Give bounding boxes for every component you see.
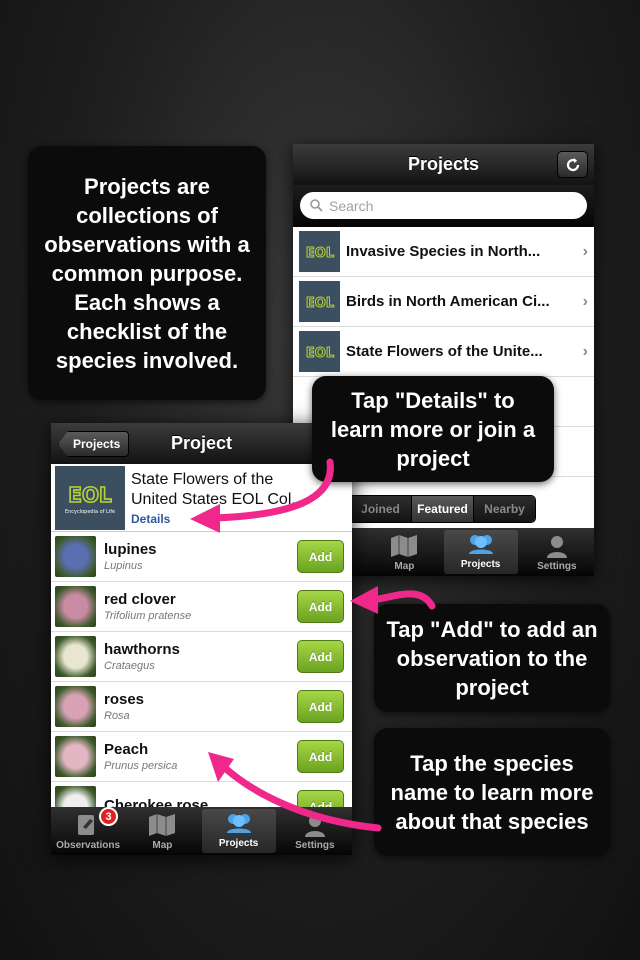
chevron-right-icon: › (582, 292, 588, 310)
callout-projects-info: Projects are collections of observations… (28, 146, 266, 400)
tab-projects[interactable]: Projects (201, 809, 276, 853)
search-bar: Search (293, 185, 594, 227)
chevron-right-icon: › (582, 242, 588, 260)
species-scientific-name: Crataegus (104, 660, 155, 672)
tab-label: Projects (218, 838, 259, 849)
eol-logo-icon: EOL Encyclopedia of Life (65, 482, 115, 515)
refresh-icon (566, 157, 579, 171)
back-button[interactable]: Projects (58, 431, 130, 457)
details-link[interactable]: Details (131, 512, 305, 526)
callout-details-info: Tap "Details" to learn more or join a pr… (312, 376, 554, 482)
species-scientific-name: Trifolium pratense (104, 610, 192, 622)
segment-featured[interactable]: Featured (411, 496, 473, 522)
tab-label: Map (152, 840, 173, 851)
svg-text:EOL: EOL (68, 483, 112, 507)
project-name: Birds in North American Ci... (346, 293, 550, 310)
project-navbar: Projects Project (51, 423, 352, 464)
project-row[interactable]: EOL State Flowers of the Unite... › (293, 327, 594, 377)
species-scientific-name: Rosa (104, 710, 130, 722)
svg-text:EOL: EOL (305, 346, 333, 361)
tab-label: Settings (295, 840, 335, 851)
notification-badge: 3 (99, 807, 118, 826)
tab-label: Projects (460, 559, 501, 570)
refresh-button[interactable] (557, 151, 588, 178)
callout-species-info: Tap the species name to learn more about… (374, 728, 610, 856)
chevron-right-icon: › (582, 342, 588, 360)
project-row[interactable]: EOL Birds in North American Ci... › (293, 277, 594, 327)
add-observation-button[interactable]: Add (297, 590, 344, 623)
nav-title: Project (170, 433, 233, 453)
notebook-icon (75, 813, 101, 840)
project-name: Invasive Species in North... (346, 243, 541, 260)
project-screen: Projects Project EOL Encyclopedia of Lif… (51, 423, 352, 855)
projects-icon (224, 811, 254, 838)
eol-logo: EOL Encyclopedia of Life (55, 465, 125, 530)
project-filter-segment: Joined Featured Nearby (348, 495, 536, 523)
segment-joined[interactable]: Joined (349, 496, 411, 522)
project-row[interactable]: EOL Invasive Species in North... › (293, 227, 594, 277)
tab-settings[interactable]: Settings (278, 807, 352, 855)
tab-map[interactable]: Map (367, 528, 441, 576)
species-photo (55, 536, 96, 577)
search-input[interactable]: Search (300, 192, 587, 219)
front-tab-bar: Observations 3 Map Projects Settings (51, 807, 352, 855)
callout-add-info: Tap "Add" to add an observation to the p… (374, 604, 610, 712)
species-common-name[interactable]: Peach (104, 741, 297, 758)
tab-label: Observations (56, 840, 121, 851)
project-title: State Flowers of the United States EOL Co… (131, 470, 305, 508)
map-icon (147, 813, 177, 840)
add-observation-button[interactable]: Add (297, 740, 344, 773)
nav-title: Projects (407, 154, 480, 174)
tab-observations[interactable]: Observations 3 (51, 807, 125, 855)
tab-map[interactable]: Map (125, 807, 199, 855)
species-photo (55, 636, 96, 677)
settings-icon (544, 534, 570, 561)
tab-label: Map (394, 561, 415, 572)
eol-logo: EOL (299, 331, 340, 372)
add-observation-button[interactable]: Add (297, 690, 344, 723)
species-row[interactable]: Peach Prunus persica Add (51, 732, 352, 782)
tab-settings[interactable]: Settings (520, 528, 594, 576)
species-scientific-name: Lupinus (104, 560, 143, 572)
species-photo (55, 736, 96, 777)
species-row[interactable]: red clover Trifolium pratense Add (51, 582, 352, 632)
svg-text:Encyclopedia of Life: Encyclopedia of Life (65, 509, 115, 515)
eol-logo: EOL (299, 281, 340, 322)
svg-text:EOL: EOL (305, 296, 333, 311)
map-icon (389, 534, 419, 561)
add-observation-button[interactable]: Add (297, 640, 344, 673)
add-observation-button[interactable]: Add (297, 540, 344, 573)
project-name: State Flowers of the Unite... (346, 343, 543, 360)
species-row[interactable]: roses Rosa Add (51, 682, 352, 732)
projects-navbar: Projects (293, 144, 594, 185)
species-common-name[interactable]: roses (104, 691, 297, 708)
species-common-name[interactable]: red clover (104, 591, 297, 608)
species-common-name[interactable]: hawthorns (104, 641, 297, 658)
species-row[interactable]: lupines Lupinus Add (51, 532, 352, 582)
species-list: lupines Lupinus Add red clover Trifolium pra… (51, 532, 352, 832)
search-icon (310, 199, 323, 212)
species-row[interactable]: hawthorns Crataegus Add (51, 632, 352, 682)
eol-logo: EOL (299, 231, 340, 272)
projects-icon (466, 532, 496, 559)
tab-projects[interactable]: Projects (443, 530, 518, 574)
species-photo (55, 686, 96, 727)
svg-text:EOL: EOL (305, 246, 333, 261)
species-scientific-name: Prunus persica (104, 760, 178, 772)
species-photo (55, 586, 96, 627)
species-common-name[interactable]: lupines (104, 541, 297, 558)
segment-nearby[interactable]: Nearby (473, 496, 535, 522)
settings-icon (302, 813, 328, 840)
tab-label: Settings (537, 561, 577, 572)
project-header: EOL Encyclopedia of Life State Flowers o… (51, 464, 352, 532)
